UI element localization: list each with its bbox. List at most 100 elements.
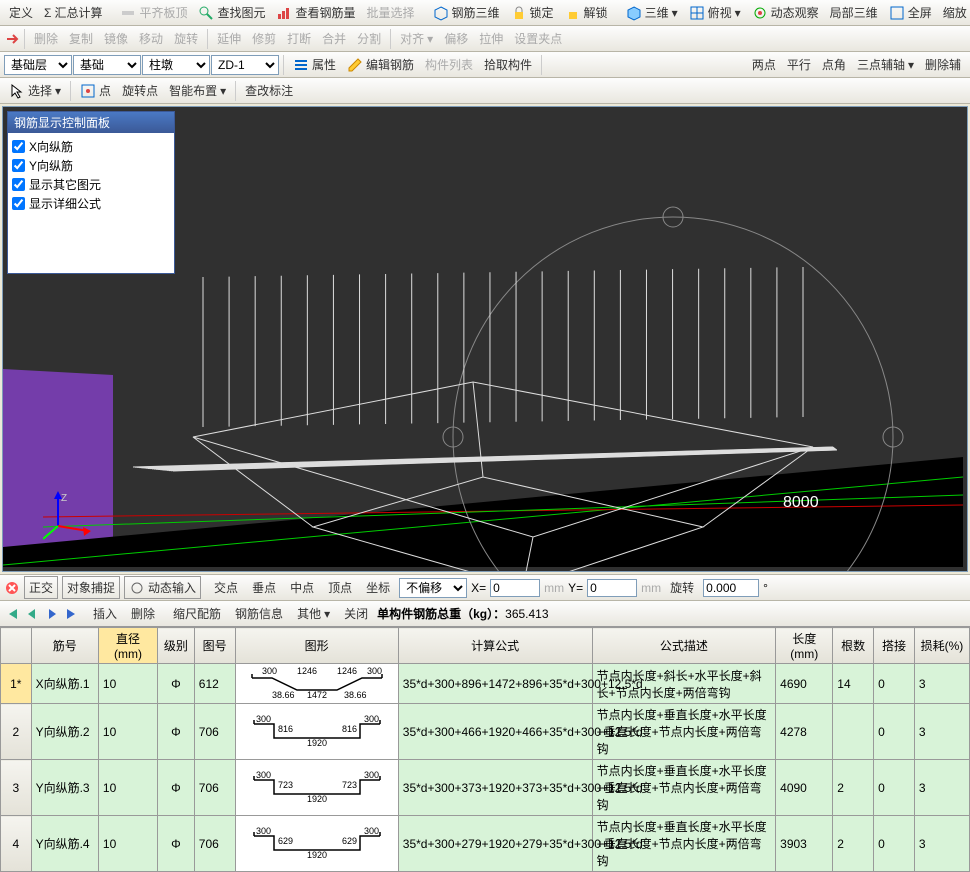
col-splice[interactable]: 搭接 — [874, 628, 915, 664]
chk-other-elements[interactable]: 显示其它图元 — [12, 175, 170, 194]
rebar-display-panel: 钢筋显示控制面板 X向纵筋 Y向纵筋 显示其它图元 显示详细公式 — [7, 111, 175, 274]
col-desc[interactable]: 公式描述 — [592, 628, 776, 664]
delete-button: 删除 — [29, 27, 63, 50]
trim-button: 修剪 — [247, 27, 281, 50]
rebar-3d-button[interactable]: 钢筋三维 — [428, 1, 505, 24]
grid-icon — [689, 5, 705, 21]
move-button: 移动 — [134, 27, 168, 50]
col-shape[interactable]: 图形 — [235, 628, 398, 664]
point-button[interactable]: 点 — [75, 79, 116, 102]
close-icon[interactable] — [4, 580, 20, 596]
chk-y-rebar[interactable]: Y向纵筋 — [12, 156, 170, 175]
unlock-button[interactable]: 解锁 — [560, 1, 613, 24]
cube3d-icon — [626, 5, 642, 21]
col-grade[interactable]: 级别 — [158, 628, 195, 664]
search-icon — [198, 5, 214, 21]
nav-prev-icon[interactable] — [24, 606, 40, 622]
subcat-select[interactable]: 柱墩 — [142, 55, 210, 75]
orbit-button[interactable]: 动态观察 — [747, 1, 824, 24]
property-button[interactable]: 属性 — [288, 53, 341, 76]
close-btn[interactable]: 关闭 — [339, 602, 373, 625]
arrow-icon[interactable] — [4, 31, 20, 47]
fullscreen-button[interactable]: 全屏 — [884, 1, 937, 24]
nav-last-icon[interactable] — [64, 606, 80, 622]
svg-text:300: 300 — [364, 714, 379, 724]
col-name[interactable]: 筋号 — [31, 628, 98, 664]
rotate-input[interactable] — [703, 579, 759, 597]
table-row[interactable]: 4 Y向纵筋.410Φ706 300629629300 192035*d+300… — [1, 816, 970, 872]
table-row[interactable]: 2 Y向纵筋.210Φ706 300816816300 192035*d+300… — [1, 704, 970, 760]
col-dia[interactable]: 直径(mm) — [98, 628, 157, 664]
delete-aux-button[interactable]: 删除辅 — [920, 53, 966, 76]
table-row[interactable]: 1* X向纵筋.110Φ612 30012461246300 38.661472… — [1, 664, 970, 704]
zoom-button[interactable]: 缩放 — [938, 1, 970, 24]
x-input[interactable] — [490, 579, 540, 597]
perp-snap[interactable]: 垂点 — [247, 576, 281, 599]
col-count[interactable]: 根数 — [833, 628, 874, 664]
view-rebar-button[interactable]: 查看钢筋量 — [271, 1, 360, 24]
sum-calc-button[interactable]: Σ 汇总计算 — [39, 1, 107, 24]
lock-button[interactable]: 锁定 — [506, 1, 559, 24]
col-formula[interactable]: 计算公式 — [398, 628, 592, 664]
vertex-snap[interactable]: 顶点 — [323, 576, 357, 599]
smart-place-button[interactable]: 智能布置 ▾ — [164, 79, 231, 102]
rebar-info-btn[interactable]: 钢筋信息 — [230, 602, 288, 625]
offset-mode-select[interactable]: 不偏移 — [399, 578, 467, 598]
pick-component-button[interactable]: 拾取构件 — [479, 53, 537, 76]
check-label-button[interactable]: 查改标注 — [240, 79, 298, 102]
toolbar-edit: 删除 复制 镜像 移动 旋转 延伸 修剪 打断 合并 分割 对齐 ▾ 偏移 拉伸… — [0, 26, 970, 52]
viewport-3d[interactable]: 钢筋显示控制面板 X向纵筋 Y向纵筋 显示其它图元 显示详细公式 — [2, 106, 968, 572]
three-point-button[interactable]: 三点辅轴 ▾ — [852, 53, 919, 76]
component-list-button: 构件列表 — [420, 53, 478, 76]
rotate-point-button[interactable]: 旋转点 — [117, 79, 163, 102]
col-length[interactable]: 长度(mm) — [776, 628, 833, 664]
osnap-toggle[interactable]: 对象捕捉 — [62, 576, 120, 599]
two-point-button[interactable]: 两点 — [747, 53, 781, 76]
other-btn[interactable]: 其他 ▾ — [292, 602, 335, 625]
nav-first-icon[interactable] — [4, 606, 20, 622]
category-select[interactable]: 基础 — [73, 55, 141, 75]
dyn-input-toggle[interactable]: 动态输入 — [124, 576, 201, 599]
copy-button: 复制 — [64, 27, 98, 50]
table-row[interactable]: 3 Y向纵筋.310Φ706 300723723300 192035*d+300… — [1, 760, 970, 816]
svg-text:1920: 1920 — [307, 850, 327, 860]
nav-next-icon[interactable] — [44, 606, 60, 622]
chk-detailed-formula[interactable]: 显示详细公式 — [12, 194, 170, 213]
svg-text:300: 300 — [256, 770, 271, 780]
define-button[interactable]: 定义 — [4, 1, 38, 24]
layer-select[interactable]: 基础层 — [4, 55, 72, 75]
find-element-button[interactable]: 查找图元 — [193, 1, 270, 24]
svg-text:723: 723 — [278, 780, 293, 790]
toolbar-component: 基础层 基础 柱墩 ZD-1 属性 编辑钢筋 构件列表 拾取构件 两点 平行 点… — [0, 52, 970, 78]
total-weight-label: 单构件钢筋总重（kg）：365.413 — [377, 605, 548, 622]
svg-text:38.66: 38.66 — [272, 690, 295, 700]
svg-text:629: 629 — [278, 836, 293, 846]
table-header-row: 筋号 直径(mm) 级别 图号 图形 计算公式 公式描述 长度(mm) 根数 搭… — [1, 628, 970, 664]
y-input[interactable] — [587, 579, 637, 597]
edit-rebar-button[interactable]: 编辑钢筋 — [342, 53, 419, 76]
delete-row-button[interactable]: 删除 — [126, 602, 160, 625]
parallel-button[interactable]: 平行 — [782, 53, 816, 76]
rotate-label: 旋转 — [665, 576, 699, 599]
align-button: 对齐 ▾ — [395, 27, 438, 50]
list-icon — [293, 57, 309, 73]
coord-button[interactable]: 坐标 — [361, 576, 395, 599]
col-loss[interactable]: 损耗(%) — [914, 628, 969, 664]
svg-text:300: 300 — [256, 826, 271, 836]
chk-x-rebar[interactable]: X向纵筋 — [12, 137, 170, 156]
point-angle-button[interactable]: 点角 — [817, 53, 851, 76]
col-tuno[interactable]: 图号 — [194, 628, 235, 664]
svg-text:1246: 1246 — [297, 666, 317, 676]
svg-text:300: 300 — [367, 666, 382, 676]
3d-view-button[interactable]: 三维 ▾ — [621, 1, 683, 24]
scale-btn[interactable]: 缩尺配筋 — [168, 602, 226, 625]
select-button[interactable]: 选择 ▾ — [4, 79, 66, 102]
id-select[interactable]: ZD-1 — [211, 55, 279, 75]
intersect-snap[interactable]: 交点 — [209, 576, 243, 599]
ortho-toggle[interactable]: 正交 — [24, 576, 58, 599]
mid-snap[interactable]: 中点 — [285, 576, 319, 599]
top-view-button[interactable]: 俯视 ▾ — [684, 1, 746, 24]
status-bar: 正交 对象捕捉 动态输入 交点 垂点 中点 顶点 坐标 不偏移 X= mm Y=… — [0, 574, 970, 600]
insert-row-button[interactable]: 插入 — [88, 602, 122, 625]
local-3d-button[interactable]: 局部三维 — [825, 1, 883, 24]
